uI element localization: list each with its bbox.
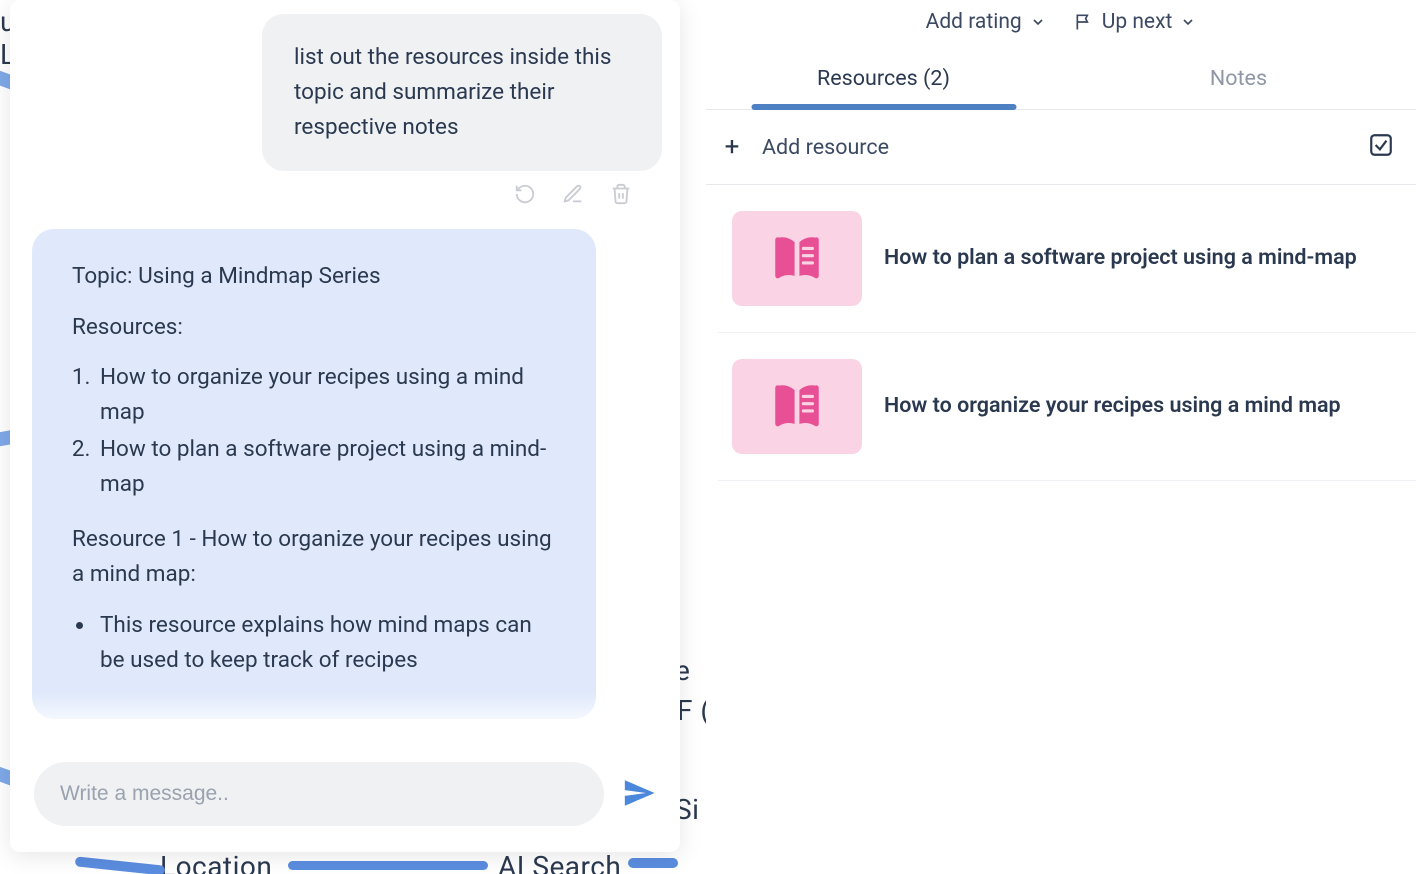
send-icon (622, 776, 656, 810)
select-mode-toggle[interactable] (1368, 132, 1394, 162)
up-next-button[interactable]: Up next (1074, 10, 1197, 34)
resource-list: How to plan a software project using a m… (706, 185, 1416, 481)
ai-resource-item: How to organize your recipes using a min… (96, 360, 556, 430)
book-icon (768, 230, 826, 288)
ai-resource-item: How to plan a software project using a m… (96, 432, 556, 502)
user-message: list out the resources inside this topic… (262, 14, 662, 171)
ai-resources-label: Resources: (72, 310, 556, 345)
chat-panel: list out the resources inside this topic… (10, 0, 680, 852)
resource-thumb (732, 359, 862, 454)
add-resource-label: Add resource (762, 135, 889, 160)
resource-thumb (732, 211, 862, 306)
message-actions (28, 183, 632, 209)
chat-scroll[interactable]: list out the resources inside this topic… (10, 0, 680, 740)
edit-icon[interactable] (562, 183, 584, 209)
up-next-label: Up next (1102, 10, 1173, 34)
book-icon (768, 378, 826, 436)
flag-icon (1074, 12, 1094, 32)
resource-title: How to organize your recipes using a min… (884, 391, 1341, 421)
tab-resources[interactable]: Resources (2) (706, 48, 1061, 109)
chevron-down-icon (1180, 14, 1196, 30)
ai-detail-list: This resource explains how mind maps can… (72, 608, 556, 678)
ai-detail-heading: Resource 1 - How to organize your recipe… (72, 522, 556, 592)
send-button[interactable] (622, 776, 656, 813)
resource-title: How to plan a software project using a m… (884, 243, 1357, 273)
add-resource-button[interactable]: + Add resource (720, 134, 889, 160)
add-rating-button[interactable]: Add rating (926, 10, 1046, 34)
tab-label: Resources (2) (817, 66, 950, 91)
chevron-down-icon (1030, 14, 1046, 30)
ai-message: Topic: Using a Mindmap Series Resources:… (32, 229, 596, 720)
add-resource-row: + Add resource (706, 110, 1416, 185)
tab-label: Notes (1210, 66, 1267, 91)
tabs: Resources (2) Notes (706, 48, 1416, 110)
ai-detail-bullet: This resource explains how mind maps can… (96, 608, 556, 678)
add-rating-label: Add rating (926, 10, 1022, 34)
delete-icon[interactable] (610, 183, 632, 209)
right-panel: Add rating Up next Resources (2) Notes +… (706, 0, 1416, 874)
resource-item[interactable]: How to plan a software project using a m… (718, 185, 1416, 333)
chat-input-row (10, 740, 680, 852)
plus-icon: + (720, 134, 744, 160)
chat-input[interactable] (34, 762, 604, 826)
top-actions: Add rating Up next (706, 0, 1416, 48)
tab-notes[interactable]: Notes (1061, 48, 1416, 109)
resource-item[interactable]: How to organize your recipes using a min… (718, 333, 1416, 481)
regenerate-icon[interactable] (514, 183, 536, 209)
ai-resource-list: How to organize your recipes using a min… (72, 360, 556, 502)
ai-topic-line: Topic: Using a Mindmap Series (72, 259, 556, 294)
